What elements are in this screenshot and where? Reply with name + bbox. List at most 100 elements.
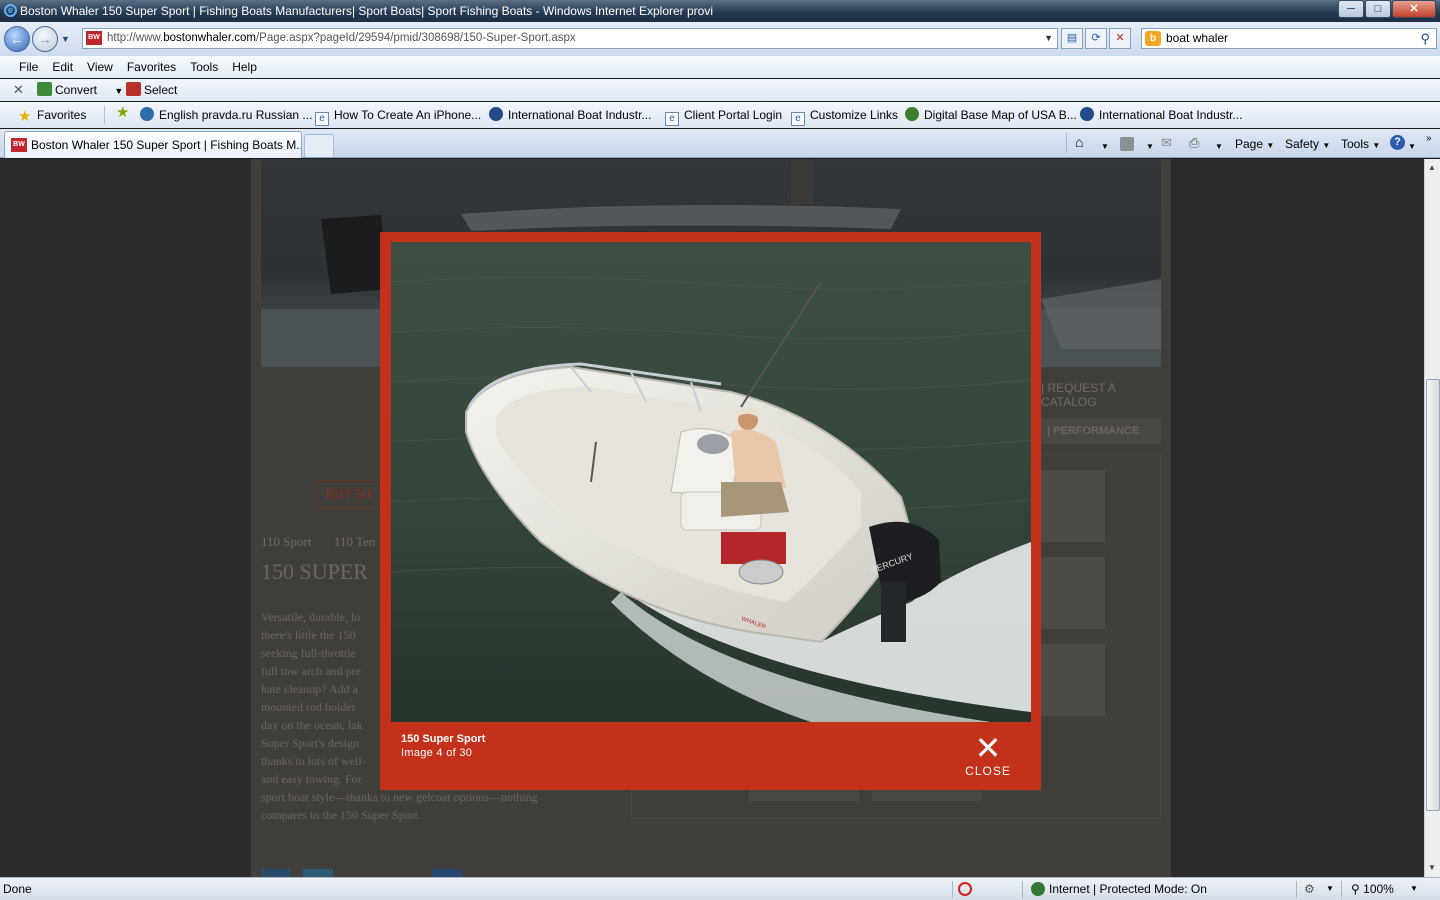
help-icon[interactable]: ?	[1390, 135, 1405, 150]
address-toolbar: ← → ▼ BW http://www.bostonwhaler.com/Pag…	[0, 22, 1440, 56]
scrollbar-thumb[interactable]	[1426, 379, 1440, 811]
tools-menu[interactable]: Tools ▼	[1341, 136, 1380, 154]
boat-photo: MERCURY WHALER	[391, 242, 1031, 722]
safety-dropdown-icon: ▼	[1322, 141, 1331, 150]
feeds-dropdown-icon[interactable]: ▼	[1146, 139, 1154, 155]
gallery-thumbnail[interactable]	[1041, 470, 1105, 542]
favorites-bar: ★ Favorites ★ English pravda.ru Russian .…	[0, 102, 1440, 128]
forward-button[interactable]: →	[32, 26, 58, 52]
menu-file[interactable]: File	[12, 56, 45, 78]
gallery-thumbnail[interactable]	[1041, 644, 1105, 716]
close-icon: ✕	[974, 729, 1002, 767]
ie-page-icon: e	[665, 112, 679, 126]
select-button[interactable]: Select	[126, 82, 177, 97]
menu-view[interactable]: View	[80, 56, 120, 78]
internet-zone-icon	[1031, 882, 1045, 896]
select-icon	[126, 82, 141, 96]
help-dropdown-icon[interactable]: ▼	[1408, 139, 1416, 155]
globe-icon	[905, 107, 919, 121]
zoom-control[interactable]: ⚲ 100%	[1351, 878, 1394, 900]
gallery-thumbnail[interactable]	[1041, 557, 1105, 629]
minimize-button[interactable]: ─	[1338, 0, 1364, 18]
caption-title: 150 Super Sport	[401, 733, 486, 745]
convert-dropdown-icon[interactable]: ▼	[114, 86, 123, 96]
stop-icon[interactable]: ✕	[1109, 28, 1131, 49]
ie-page-icon: e	[315, 112, 329, 126]
safety-menu[interactable]: Safety ▼	[1285, 136, 1330, 154]
site-favicon-icon: BW	[86, 31, 102, 45]
favorite-link[interactable]: English pravda.ru Russian ...	[140, 107, 312, 123]
gallery-button[interactable]	[872, 789, 982, 801]
favorite-link[interactable]: International Boat Industr...	[489, 107, 651, 123]
close-label: CLOSE	[965, 764, 1011, 778]
scroll-down-icon[interactable]: ▼	[1428, 863, 1436, 872]
home-dropdown-icon[interactable]: ▼	[1101, 139, 1109, 155]
recent-pages-dropdown-icon[interactable]: ▼	[61, 34, 70, 44]
close-window-button[interactable]: ✕	[1392, 0, 1436, 18]
print-icon[interactable]: ⎙	[1189, 135, 1199, 151]
print-dropdown-icon[interactable]: ▼	[1215, 139, 1223, 155]
menu-help[interactable]: Help	[225, 56, 264, 78]
menu-bar: File Edit View Favorites Tools Help	[0, 56, 1440, 78]
performance-tab[interactable]: | PERFORMANCE	[1041, 418, 1161, 444]
mail-icon[interactable]: ✉	[1161, 135, 1172, 151]
back-button[interactable]: ←	[4, 26, 30, 52]
search-input[interactable]: boat whaler	[1166, 31, 1228, 45]
close-toolbar-icon[interactable]: ✕	[13, 82, 24, 98]
breadcrumb-110-ten[interactable]: 110 Ten	[334, 534, 375, 550]
search-provider-icon: b	[1145, 31, 1161, 46]
boat-photo-illustration: MERCURY WHALER	[391, 242, 1031, 722]
menu-favorites[interactable]: Favorites	[120, 56, 183, 78]
vertical-scrollbar[interactable]: ▲ ▼	[1424, 159, 1440, 877]
gallery-button[interactable]	[749, 789, 859, 801]
social-share-icon[interactable]	[261, 869, 291, 877]
social-share-icon[interactable]	[303, 869, 333, 877]
protected-mode-icon[interactable]: ⚙	[1304, 878, 1315, 900]
ie-logo-icon: e	[4, 4, 17, 17]
refresh-icon[interactable]: ⟳	[1085, 28, 1107, 49]
menu-tools[interactable]: Tools	[183, 56, 225, 78]
image-lightbox: MERCURY WHALER 150 Super Sport Image 4 o…	[380, 232, 1041, 790]
new-tab-button[interactable]	[304, 134, 334, 157]
status-bar: Done Internet | Protected Mode: On ⚙ ▼ ⚲…	[0, 877, 1440, 900]
favorite-link[interactable]: e How To Create An iPhone...	[315, 107, 481, 126]
scroll-up-icon[interactable]: ▲	[1428, 163, 1436, 172]
maximize-button[interactable]: □	[1365, 0, 1391, 18]
tools-dropdown-icon: ▼	[1372, 141, 1381, 150]
popup-blocked-icon[interactable]	[958, 882, 972, 896]
feeds-icon[interactable]	[1120, 137, 1134, 151]
globe-icon	[140, 107, 154, 121]
social-share-icon[interactable]	[432, 869, 462, 877]
status-text: Done	[3, 882, 32, 896]
settings-dropdown-icon[interactable]: ▼	[1326, 878, 1334, 900]
convert-button[interactable]: Convert ▼	[37, 82, 123, 97]
ie-page-icon: e	[791, 112, 805, 126]
search-icon[interactable]: ⚲	[1420, 29, 1430, 48]
favorite-link[interactable]: e Client Portal Login	[665, 107, 782, 126]
caption-count: Image 4 of 30	[401, 747, 473, 759]
breadcrumb-110-sport[interactable]: 110 Sport	[261, 534, 311, 550]
ibi-logo-icon	[1080, 107, 1094, 121]
address-dropdown-icon[interactable]: ▼	[1044, 29, 1053, 48]
add-favorite-icon[interactable]: ★	[116, 105, 129, 121]
home-icon[interactable]: ⌂	[1075, 134, 1083, 150]
favorite-link[interactable]: Digital Base Map of USA B...	[905, 107, 1077, 123]
tab-boston-whaler[interactable]: BW Boston Whaler 150 Super Sport | Fishi…	[4, 131, 302, 158]
lightbox-close-button[interactable]: ✕ CLOSE	[960, 732, 1016, 780]
page-dropdown-icon: ▼	[1266, 141, 1275, 150]
chevron-more-icon[interactable]: »	[1426, 131, 1432, 147]
favorite-link[interactable]: International Boat Industr...	[1080, 107, 1242, 123]
compatibility-view-icon[interactable]: ▤	[1061, 28, 1083, 49]
window-title-bar: e Boston Whaler 150 Super Sport | Fishin…	[0, 0, 1440, 22]
search-box[interactable]: b boat whaler ⚲	[1141, 28, 1437, 49]
request-catalog-link[interactable]: | REQUEST A CATALOG	[1041, 381, 1171, 409]
address-bar[interactable]: BW http://www.bostonwhaler.com/Page.aspx…	[82, 28, 1058, 49]
zoom-dropdown-icon[interactable]: ▼	[1410, 878, 1418, 900]
favorite-link[interactable]: e Customize Links	[791, 107, 898, 126]
convert-icon	[37, 82, 52, 96]
ibi-logo-icon	[489, 107, 503, 121]
menu-edit[interactable]: Edit	[45, 56, 80, 78]
favorites-button[interactable]: ★ Favorites	[18, 107, 86, 125]
page-menu[interactable]: Page ▼	[1235, 136, 1274, 154]
site-favicon-icon: BW	[11, 138, 27, 152]
